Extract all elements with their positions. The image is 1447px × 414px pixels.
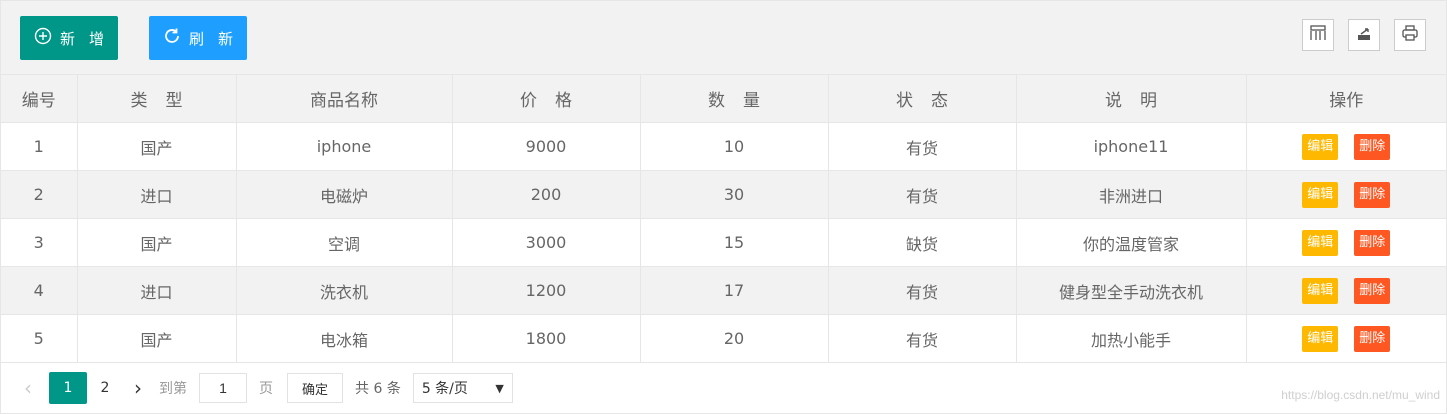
columns-icon: [1309, 24, 1327, 46]
table-row: 3 国产 空调 3000 15 缺货 你的温度管家 编辑 删除: [1, 218, 1446, 267]
table-row: 4 进口 洗衣机 1200 17 有货 健身型全手动洗衣机 编辑 删除: [1, 266, 1446, 315]
page-unit-label: 页: [259, 381, 273, 397]
cell-description: 健身型全手动洗衣机: [1016, 266, 1247, 315]
add-button-label: 新增: [59, 29, 118, 48]
cell-product-name: iphone: [236, 122, 453, 171]
delete-button[interactable]: 删除: [1354, 133, 1391, 160]
cell-description: 加热小能手: [1016, 314, 1247, 363]
page-button-current[interactable]: 1: [49, 372, 87, 404]
edit-button[interactable]: 编辑: [1302, 325, 1339, 352]
delete-button[interactable]: 删除: [1354, 229, 1391, 256]
pagination: ‹ 1 2 › 到第 页 确定 共 6 条 5 条/页 ▼: [1, 363, 1446, 413]
cell-price: 3000: [452, 218, 641, 267]
cell-actions: 编辑 删除: [1246, 218, 1446, 267]
cell-type: 国产: [77, 314, 237, 363]
cell-status: 缺货: [828, 218, 1017, 267]
cell-description: iphone11: [1016, 122, 1247, 171]
refresh-button[interactable]: 刷新: [149, 16, 247, 60]
header-quantity: 数量: [640, 75, 829, 123]
goods-table: 编号 类型 商品名称 价格 数量 状态 说明 操作 1 国产 iphone 90…: [1, 75, 1446, 363]
cell-quantity: 20: [640, 314, 829, 363]
cell-status: 有货: [828, 314, 1017, 363]
table-row: 5 国产 电冰箱 1800 20 有货 加热小能手 编辑 删除: [1, 314, 1446, 363]
table-row: 2 进口 电磁炉 200 30 有货 非洲进口 编辑 删除: [1, 170, 1446, 219]
header-actions: 操作: [1246, 75, 1446, 123]
cell-actions: 编辑 删除: [1246, 122, 1446, 171]
cell-status: 有货: [828, 170, 1017, 219]
header-description: 说明: [1016, 75, 1247, 123]
table-toolbar: 新增 刷新: [1, 1, 1446, 75]
export-icon: [1355, 24, 1373, 46]
print-button[interactable]: [1394, 19, 1426, 51]
edit-button[interactable]: 编辑: [1302, 133, 1339, 160]
confirm-button[interactable]: 确定: [287, 373, 344, 403]
cell-description: 你的温度管家: [1016, 218, 1247, 267]
cell-status: 有货: [828, 266, 1017, 315]
cell-id: 5: [1, 314, 78, 363]
cell-quantity: 10: [640, 122, 829, 171]
table-header-row: 编号 类型 商品名称 价格 数量 状态 说明 操作: [1, 75, 1446, 123]
delete-button[interactable]: 删除: [1354, 277, 1391, 304]
cell-product-name: 洗衣机: [236, 266, 453, 315]
delete-button[interactable]: 删除: [1354, 325, 1391, 352]
cell-product-name: 空调: [236, 218, 453, 267]
cell-type: 进口: [77, 266, 237, 315]
cell-quantity: 17: [640, 266, 829, 315]
chevron-right-icon[interactable]: ›: [123, 373, 153, 403]
cell-price: 9000: [452, 122, 641, 171]
goto-label: 到第: [159, 381, 187, 397]
cell-actions: 编辑 删除: [1246, 266, 1446, 315]
cell-type: 国产: [77, 122, 237, 171]
data-table-panel: 新增 刷新 编号 类型 商品名称 价格 数量 状态 说明 操作 1 国产 iph…: [0, 0, 1447, 414]
cell-id: 3: [1, 218, 78, 267]
plus-circle-icon: [34, 27, 52, 49]
header-price: 价格: [452, 75, 641, 123]
cell-price: 1200: [452, 266, 641, 315]
cell-type: 进口: [77, 170, 237, 219]
caret-down-icon: ▼: [495, 381, 504, 395]
header-status: 状态: [828, 75, 1017, 123]
cell-id: 1: [1, 122, 78, 171]
cell-product-name: 电冰箱: [236, 314, 453, 363]
watermark: https://blog.csdn.net/mu_wind: [1281, 388, 1440, 402]
header-type: 类型: [77, 75, 237, 123]
cell-description: 非洲进口: [1016, 170, 1247, 219]
table-row: 1 国产 iphone 9000 10 有货 iphone11 编辑 删除: [1, 122, 1446, 171]
cell-id: 4: [1, 266, 78, 315]
printer-icon: [1401, 24, 1419, 46]
goto-page-input[interactable]: [199, 373, 247, 403]
edit-button[interactable]: 编辑: [1302, 229, 1339, 256]
refresh-icon: [163, 27, 181, 49]
page-size-value: 5 条/页: [421, 381, 468, 397]
cell-actions: 编辑 删除: [1246, 314, 1446, 363]
chevron-left-icon[interactable]: ‹: [17, 373, 39, 403]
edit-button[interactable]: 编辑: [1302, 277, 1339, 304]
export-button[interactable]: [1348, 19, 1380, 51]
cell-status: 有货: [828, 122, 1017, 171]
add-button[interactable]: 新增: [20, 16, 118, 60]
page-size-select[interactable]: 5 条/页 ▼: [412, 373, 513, 403]
page-button[interactable]: 2: [87, 372, 123, 404]
cell-id: 2: [1, 170, 78, 219]
cell-type: 国产: [77, 218, 237, 267]
header-product-name: 商品名称: [236, 75, 453, 123]
delete-button[interactable]: 删除: [1354, 181, 1391, 208]
cell-product-name: 电磁炉: [236, 170, 453, 219]
cell-price: 200: [452, 170, 641, 219]
header-id: 编号: [1, 75, 78, 123]
total-count: 共 6 条: [355, 381, 401, 397]
refresh-button-label: 刷新: [188, 29, 247, 48]
column-filter-button[interactable]: [1302, 19, 1334, 51]
cell-actions: 编辑 删除: [1246, 170, 1446, 219]
edit-button[interactable]: 编辑: [1302, 181, 1339, 208]
cell-price: 1800: [452, 314, 641, 363]
cell-quantity: 15: [640, 218, 829, 267]
cell-quantity: 30: [640, 170, 829, 219]
